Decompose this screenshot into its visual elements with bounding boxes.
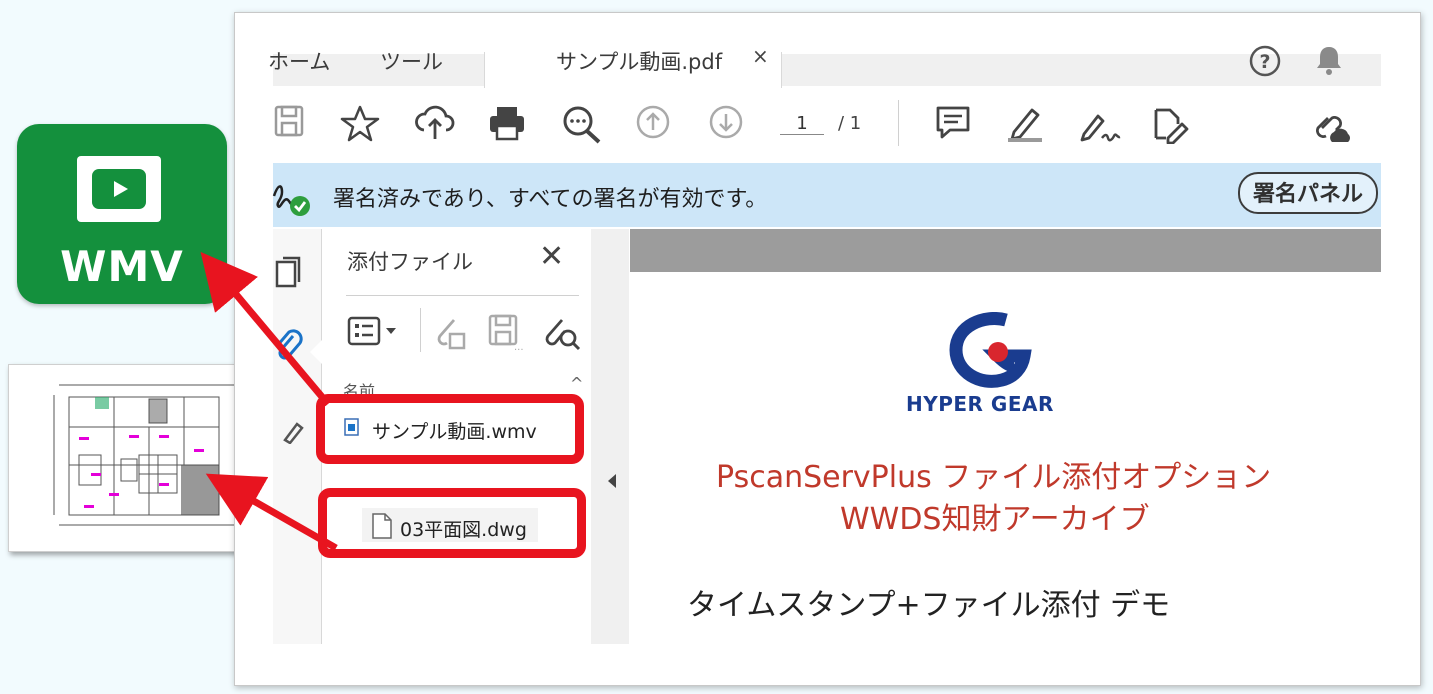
arrow-to-floorplan (205, 473, 338, 552)
arrow-to-wmv (200, 251, 331, 407)
annotation-arrows (200, 251, 338, 552)
